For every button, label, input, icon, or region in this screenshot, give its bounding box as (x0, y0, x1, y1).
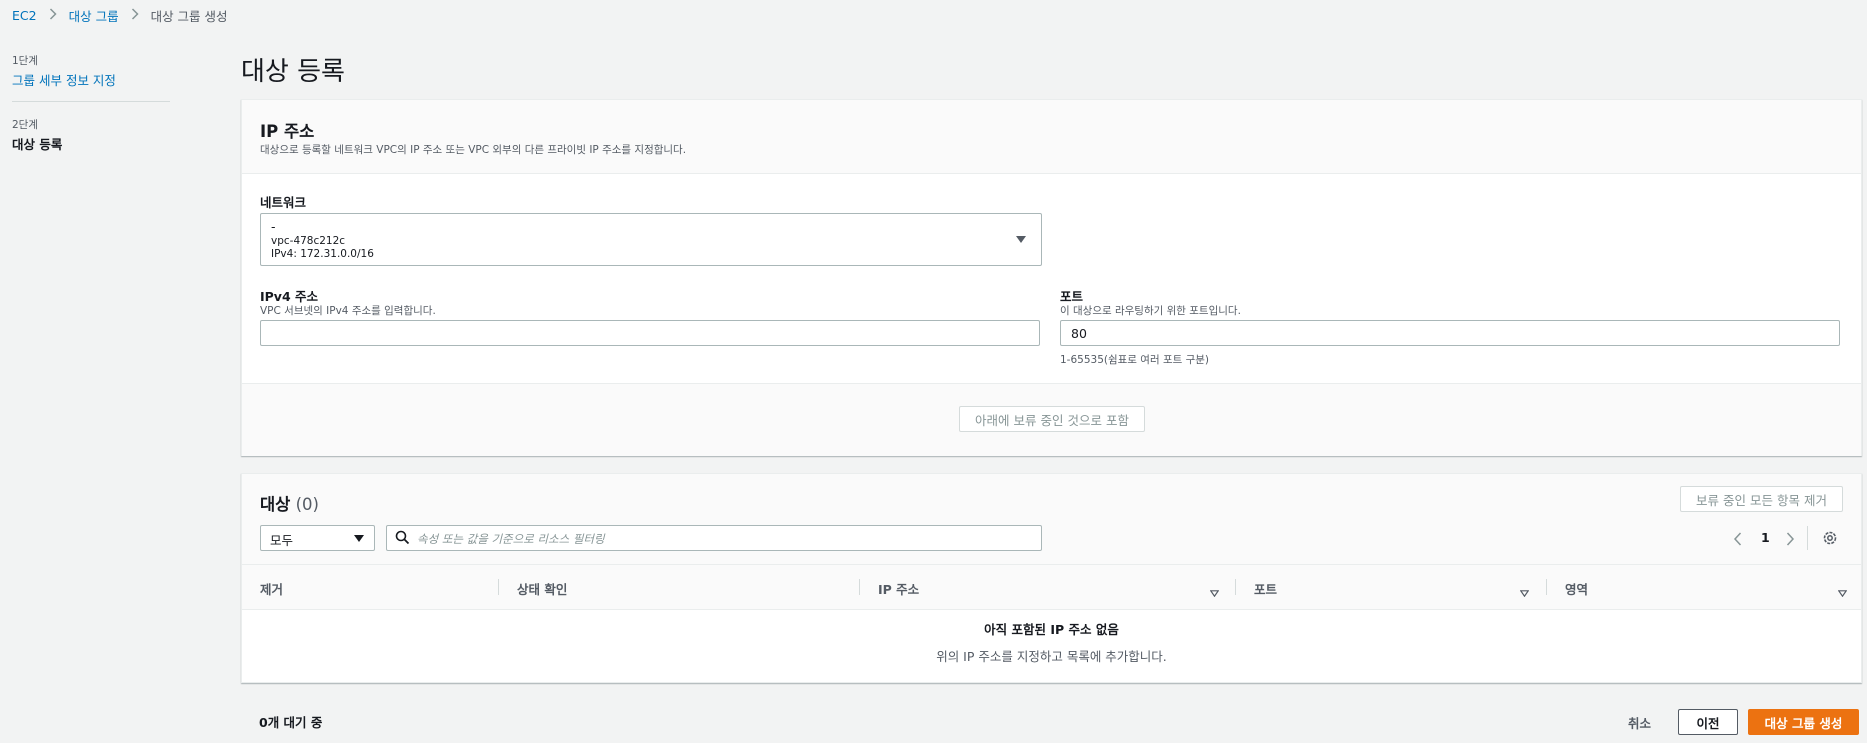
include-section: 아래에 보류 중인 것으로 포함 (242, 383, 1861, 456)
state-filter-select[interactable]: 모두 (260, 525, 375, 551)
previous-button[interactable]: 이전 (1678, 709, 1738, 735)
ip-panel-description: 대상으로 등록할 네트워크 VPC의 IP 주소 또는 VPC 외부의 다른 프… (260, 144, 687, 156)
column-divider (859, 579, 860, 595)
network-vpc-id: vpc-478c212c (271, 235, 346, 247)
create-target-group-button[interactable]: 대상 그룹 생성 (1748, 709, 1859, 735)
pagination-divider (1807, 526, 1808, 550)
port-input[interactable]: 80 (1060, 320, 1840, 346)
chevron-right-icon[interactable] (1785, 531, 1795, 550)
port-hint: 1-65535(쉼표로 여러 포트 구분) (1060, 354, 1210, 366)
ipv4-input[interactable] (260, 320, 1040, 346)
table-header: 제거 상태 확인 IP 주소 포트 영역 (242, 565, 1861, 610)
breadcrumb-current: 대상 그룹 생성 (150, 8, 228, 24)
search-icon (395, 530, 410, 549)
network-label: 네트워크 (260, 195, 307, 210)
targets-title-wrap: 대상 (0) (260, 491, 319, 515)
column-divider (1235, 579, 1236, 595)
chevron-right-icon (131, 7, 139, 23)
step-1-link[interactable]: 그룹 세부 정보 지정 (12, 70, 116, 89)
ip-panel-title: IP 주소 (260, 122, 315, 141)
empty-state-description: 위의 IP 주소를 지정하고 목록에 추가합니다. (936, 649, 1167, 664)
network-select[interactable]: - vpc-478c212c IPv4: 172.31.0.0/16 (260, 213, 1042, 266)
page-number[interactable]: 1 (1761, 530, 1770, 545)
cancel-button[interactable]: 취소 (1628, 713, 1651, 732)
targets-panel-header: 대상 (0) 보류 중인 모든 항목 제거 모두 속성 또는 값을 기준으로 리… (242, 474, 1861, 565)
column-divider (1546, 579, 1547, 595)
search-placeholder: 속성 또는 값을 기준으로 리소스 필터링 (417, 532, 605, 546)
ip-address-panel: IP 주소 대상으로 등록할 네트워크 VPC의 IP 주소 또는 VPC 외부… (241, 99, 1862, 456)
ipv4-description: VPC 서브넷의 IPv4 주소를 입력합니다. (260, 305, 436, 317)
empty-state-title: 아직 포함된 IP 주소 없음 (984, 622, 1119, 637)
breadcrumb: EC2 대상 그룹 대상 그룹 생성 (12, 5, 228, 25)
network-cidr: IPv4: 172.31.0.0/16 (271, 248, 374, 260)
column-port[interactable]: 포트 (1254, 579, 1277, 598)
targets-title: 대상 (260, 495, 291, 514)
ip-panel-header: IP 주소 대상으로 등록할 네트워크 VPC의 IP 주소 또는 VPC 외부… (242, 100, 1861, 174)
targets-panel: 대상 (0) 보류 중인 모든 항목 제거 모두 속성 또는 값을 기준으로 리… (241, 473, 1862, 683)
filter-search-input[interactable]: 속성 또는 값을 기준으로 리소스 필터링 (386, 525, 1042, 551)
chevron-left-icon[interactable] (1733, 531, 1743, 550)
breadcrumb-target-groups[interactable]: 대상 그룹 (69, 6, 119, 25)
column-remove: 제거 (260, 582, 284, 597)
caret-down-icon (1016, 236, 1026, 243)
breadcrumb-ec2[interactable]: EC2 (12, 8, 37, 23)
port-description: 이 대상으로 라우팅하기 위한 포트입니다. (1060, 305, 1241, 317)
gear-icon[interactable] (1822, 530, 1838, 550)
page-title: 대상 등록 (241, 57, 345, 87)
network-name: - (271, 219, 276, 234)
remove-all-pending-button[interactable]: 보류 중인 모든 항목 제거 (1680, 486, 1843, 512)
pending-count: 0개 대기 중 (259, 715, 323, 730)
column-zone[interactable]: 영역 (1565, 579, 1588, 598)
caret-down-icon (354, 535, 364, 542)
chevron-right-icon (49, 7, 57, 23)
step-1-number: 1단계 (12, 55, 39, 67)
sort-icon[interactable] (1519, 582, 1530, 601)
column-health-check: 상태 확인 (517, 582, 568, 597)
column-ip-address[interactable]: IP 주소 (878, 579, 919, 598)
state-filter-value: 모두 (270, 533, 294, 548)
step-2-current: 대상 등록 (12, 137, 63, 152)
include-as-pending-button[interactable]: 아래에 보류 중인 것으로 포함 (959, 406, 1145, 432)
sort-icon[interactable] (1209, 582, 1220, 601)
targets-count: (0) (295, 495, 319, 514)
column-divider (498, 579, 499, 595)
sidebar-divider (12, 101, 170, 102)
step-2-number: 2단계 (12, 119, 39, 131)
sort-icon[interactable] (1837, 582, 1848, 601)
